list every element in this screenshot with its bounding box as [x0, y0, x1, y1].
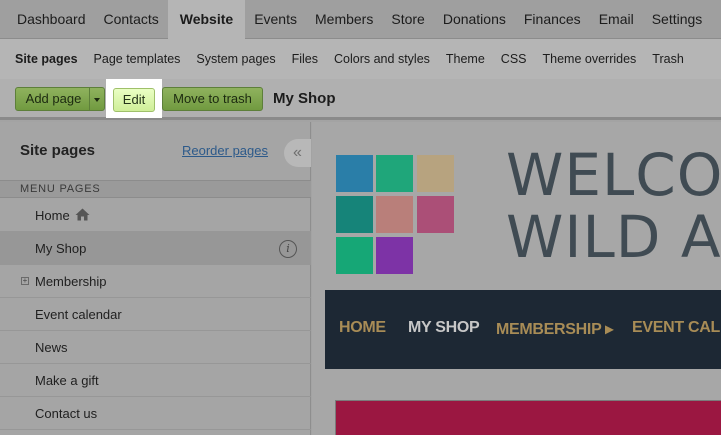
section-label: MENU PAGES: [20, 183, 101, 195]
current-page-title: My Shop: [273, 90, 336, 107]
page-item-label: News: [35, 340, 68, 355]
site-nav-my-shop[interactable]: MY SHOP: [408, 319, 480, 337]
page-item-event-calendar[interactable]: Event calendar: [0, 298, 311, 331]
top-nav-email[interactable]: Email: [590, 0, 643, 39]
top-nav-members[interactable]: Members: [306, 0, 382, 39]
chevron-down-icon: [94, 97, 100, 102]
top-nav-donations[interactable]: Donations: [434, 0, 515, 39]
logo-tile: [417, 155, 454, 192]
page-item-label: Membership: [35, 274, 107, 289]
top-nav-finances[interactable]: Finances: [515, 0, 590, 39]
sub-nav-page-templates[interactable]: Page templates: [86, 52, 189, 66]
sub-nav-colors-and-styles[interactable]: Colors and styles: [326, 52, 438, 66]
logo-tile: [417, 196, 454, 233]
top-nav-events[interactable]: Events: [245, 0, 306, 39]
site-heading: WELCO WILD AI: [506, 144, 721, 268]
site-nav-home[interactable]: HOME: [339, 319, 386, 337]
top-nav-store[interactable]: Store: [382, 0, 433, 39]
top-nav-dashboard[interactable]: Dashboard: [0, 0, 95, 39]
page-item-label: Make a gift: [35, 373, 99, 388]
top-nav-website[interactable]: Website: [167, 0, 246, 39]
logo-tile: [376, 196, 413, 233]
logo-tile: [376, 237, 413, 274]
edit-button[interactable]: Edit: [113, 88, 155, 112]
page-item-label: Home: [35, 208, 70, 223]
site-nav-event-calendar[interactable]: EVENT CALEN: [632, 319, 721, 337]
page-preview: WELCO WILD AI HOME MY SHOP MEMBERSHIP ▸ …: [312, 122, 721, 435]
page-item-contact-us[interactable]: Contact us: [0, 397, 311, 430]
page-item-home[interactable]: Home: [0, 199, 311, 232]
logo-tile: [336, 196, 373, 233]
reorder-pages-link[interactable]: Reorder pages: [182, 143, 268, 158]
logo-tile: [376, 155, 413, 192]
expand-plus-icon[interactable]: +: [21, 277, 29, 285]
logo-tile: [336, 237, 373, 274]
sub-nav-files[interactable]: Files: [284, 52, 326, 66]
sub-nav-css[interactable]: CSS: [493, 52, 535, 66]
sub-nav-theme[interactable]: Theme: [438, 52, 493, 66]
site-heading-line: WILD AI: [506, 203, 721, 271]
move-to-trash-button[interactable]: Move to trash: [162, 87, 263, 111]
page-item-label: My Shop: [35, 241, 87, 256]
sub-nav: Site pages Page templates System pages F…: [0, 39, 721, 79]
sub-nav-site-pages[interactable]: Site pages: [0, 52, 86, 66]
page-item-news[interactable]: News: [0, 331, 311, 364]
top-nav-settings[interactable]: Settings: [643, 0, 712, 39]
logo-tile: [336, 155, 373, 192]
site-pages-sidebar: Site pages Reorder pages « MENU PAGES Ho…: [0, 122, 311, 435]
preview-banner: [335, 400, 721, 435]
sidebar-title: Site pages: [20, 142, 96, 159]
site-heading-line: WELCO: [506, 141, 721, 209]
collapse-sidebar-icon[interactable]: «: [284, 139, 311, 167]
info-icon[interactable]: i: [279, 240, 297, 258]
menu-pages-section-header: MENU PAGES: [0, 180, 311, 198]
site-nav-bar: HOME MY SHOP MEMBERSHIP ▸ EVENT CALEN: [325, 290, 721, 369]
page-item-make-a-gift[interactable]: Make a gift: [0, 364, 311, 397]
top-nav: Dashboard Contacts Website Events Member…: [0, 0, 721, 39]
page-item-label: Event calendar: [35, 307, 122, 322]
sub-nav-system-pages[interactable]: System pages: [188, 52, 283, 66]
page-item-my-shop[interactable]: My Shop i: [0, 232, 311, 265]
add-page-dropdown-button[interactable]: [89, 87, 105, 111]
home-icon: [75, 208, 90, 221]
page-item-membership[interactable]: + Membership: [0, 265, 311, 298]
add-page-button[interactable]: Add page: [15, 87, 92, 111]
page-item-label: Contact us: [35, 406, 98, 421]
sub-nav-trash[interactable]: Trash: [644, 52, 692, 66]
top-nav-contacts[interactable]: Contacts: [95, 0, 168, 39]
sub-nav-theme-overrides[interactable]: Theme overrides: [535, 52, 645, 66]
site-nav-membership[interactable]: MEMBERSHIP ▸: [496, 319, 613, 339]
sidebar-header: Site pages Reorder pages «: [0, 122, 311, 180]
